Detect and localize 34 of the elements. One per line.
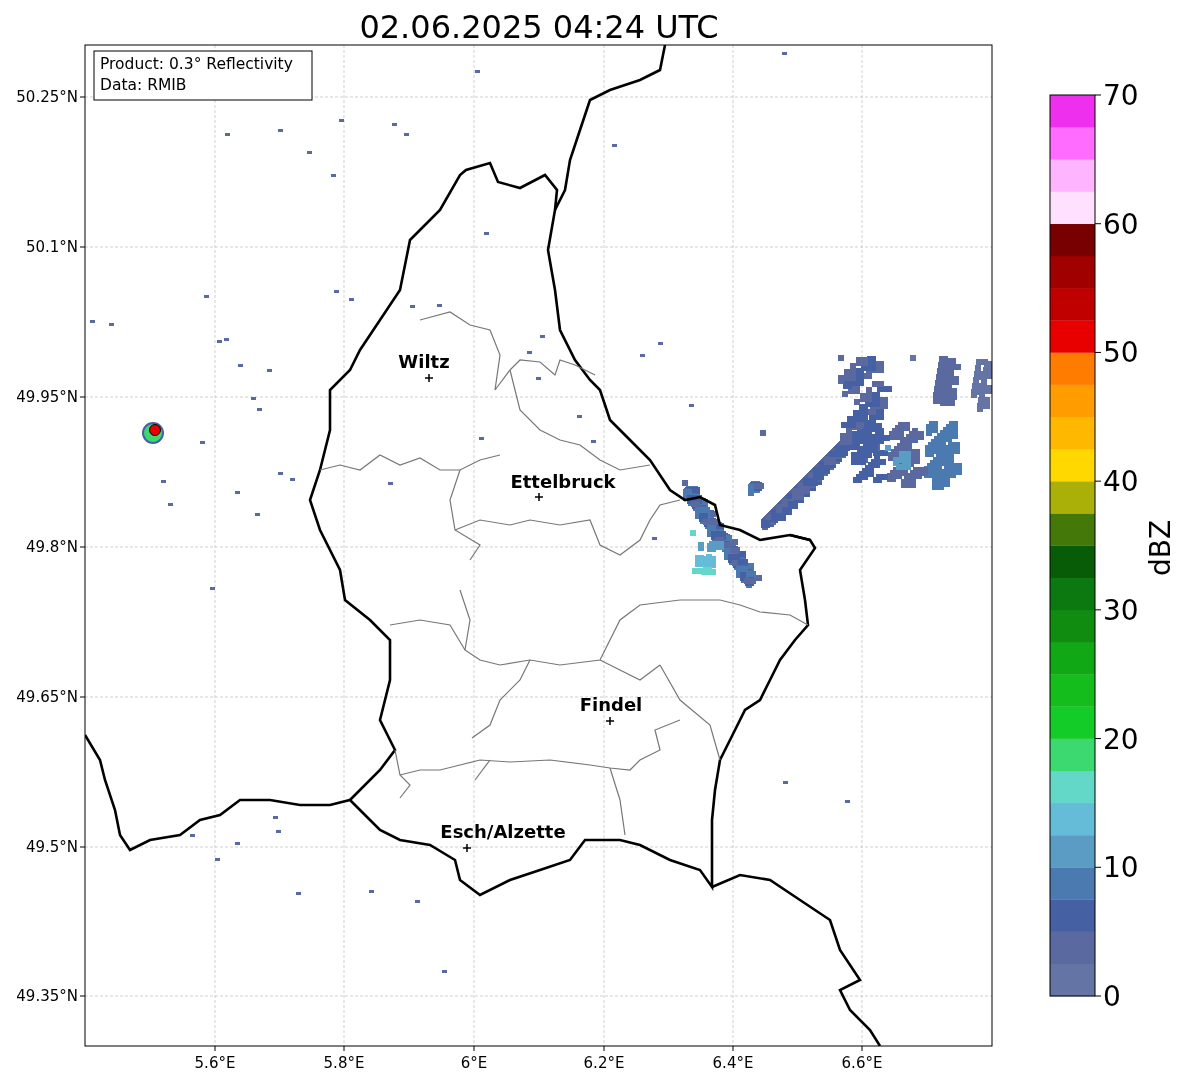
city-marker-icon bbox=[605, 716, 615, 726]
colorbar-tick-label: 30 bbox=[1103, 593, 1139, 627]
colorbar-tick-label: 40 bbox=[1103, 465, 1139, 499]
city-label: Findel bbox=[579, 694, 643, 715]
city-label: Esch/Alzette bbox=[440, 821, 566, 842]
city-marker-icon bbox=[534, 492, 544, 502]
axis-tick-label: 6.6°E bbox=[841, 1054, 883, 1072]
city-label: Wiltz bbox=[398, 351, 450, 372]
axis-tick-label: 49.95°N bbox=[16, 388, 78, 406]
axis-tick-label: 49.8°N bbox=[25, 538, 78, 556]
axis-tick-label: 49.5°N bbox=[25, 838, 78, 856]
axis-tick-label: 50.25°N bbox=[16, 88, 78, 106]
axis-tick-label: 50.1°N bbox=[25, 238, 78, 256]
colorbar-tick-label: 50 bbox=[1103, 336, 1139, 370]
chart-title: 02.06.2025 04:24 UTC bbox=[359, 8, 719, 46]
axis-tick-label: 6.2°E bbox=[583, 1054, 625, 1072]
colorbar-tick-label: 20 bbox=[1103, 722, 1139, 756]
radar-site-icon bbox=[142, 422, 164, 444]
axis-tick-label: 6°E bbox=[460, 1054, 488, 1072]
axis-tick-label: 5.6°E bbox=[194, 1054, 236, 1072]
colorbar-tick-label: 10 bbox=[1103, 851, 1139, 885]
legend-text: Data: RMIB bbox=[100, 76, 187, 94]
city-label: Ettelbruck bbox=[510, 471, 616, 492]
colorbar-tick-label: 0 bbox=[1103, 980, 1121, 1013]
colorbar-tick-label: 70 bbox=[1103, 79, 1139, 112]
axis-tick-label: 49.65°N bbox=[16, 688, 78, 706]
city-marker-icon bbox=[424, 373, 434, 383]
axis-tick-label: 49.35°N bbox=[16, 987, 78, 1005]
axis-tick-label: 5.8°E bbox=[323, 1054, 365, 1072]
legend-text: Product: 0.3° Reflectivity bbox=[100, 55, 293, 73]
city-marker-icon bbox=[462, 843, 472, 853]
axis-tick-label: 6.4°E bbox=[712, 1054, 754, 1072]
colorbar-label: dBZ bbox=[1144, 519, 1177, 577]
colorbar-tick-label: 60 bbox=[1103, 207, 1139, 241]
